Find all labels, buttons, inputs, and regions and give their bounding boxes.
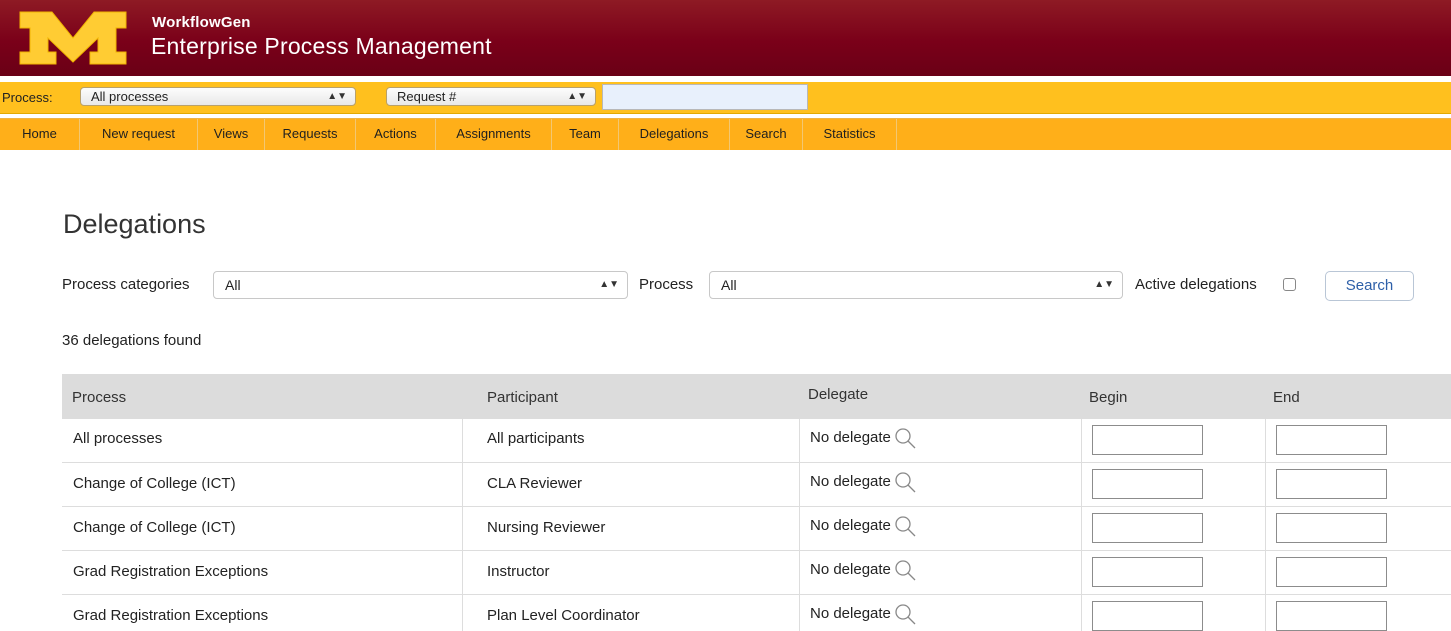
process-label: Process: (2, 90, 53, 105)
process-filter-label: Process (639, 276, 694, 293)
search-icon[interactable] (894, 427, 918, 449)
nav-search[interactable]: Search (730, 119, 803, 150)
process-bar: Process: All processes ▲▼ Request # ▲▼ (0, 82, 1451, 114)
nav-views[interactable]: Views (198, 119, 265, 150)
select-arrows-icon: ▲▼ (599, 279, 619, 290)
column-divider (1081, 419, 1082, 631)
nav-home[interactable]: Home (0, 119, 80, 150)
university-logo (19, 11, 127, 65)
participant-cell: Nursing Reviewer (487, 519, 606, 536)
process-select-value: All processes (91, 89, 169, 104)
nav-requests[interactable]: Requests (265, 119, 356, 150)
nav-delegations[interactable]: Delegations (619, 119, 730, 150)
delegate-cell: No delegate (810, 515, 918, 537)
table-row: All processes All participants No delega… (62, 419, 1451, 463)
delegate-cell: No delegate (810, 603, 918, 625)
end-date-input[interactable] (1276, 513, 1387, 543)
nav-assignments[interactable]: Assignments (436, 119, 552, 150)
categories-select[interactable]: All ▲▼ (213, 271, 628, 299)
process-cell: Grad Registration Exceptions (73, 607, 269, 624)
select-arrows-icon: ▲▼ (567, 91, 587, 102)
begin-date-input[interactable] (1092, 469, 1203, 499)
participant-cell: Plan Level Coordinator (487, 607, 640, 624)
participant-cell: Instructor (487, 563, 550, 580)
app-header: WorkflowGen Enterprise Process Managemen… (0, 0, 1451, 76)
end-date-input[interactable] (1276, 557, 1387, 587)
active-delegations-checkbox[interactable] (1283, 278, 1296, 291)
page-title: Delegations (63, 209, 206, 239)
column-header-delegate[interactable]: Delegate (808, 386, 868, 403)
process-cell: Change of College (ICT) (73, 519, 236, 536)
active-delegations-label: Active delegations (1135, 276, 1257, 293)
begin-date-input[interactable] (1092, 601, 1203, 631)
search-icon[interactable] (894, 603, 918, 625)
table-row: Change of College (ICT) CLA Reviewer No … (62, 463, 1451, 507)
process-filter-select-value: All (721, 277, 737, 293)
categories-label: Process categories (62, 276, 190, 293)
column-divider (799, 419, 800, 631)
search-icon[interactable] (894, 515, 918, 537)
nav-team[interactable]: Team (552, 119, 619, 150)
nav-new-request[interactable]: New request (80, 119, 198, 150)
begin-date-input[interactable] (1092, 513, 1203, 543)
delegate-cell: No delegate (810, 559, 918, 581)
search-icon[interactable] (894, 471, 918, 493)
column-header-participant[interactable]: Participant (487, 389, 558, 406)
nav-statistics[interactable]: Statistics (803, 119, 897, 150)
process-cell: All processes (73, 430, 163, 447)
select-arrows-icon: ▲▼ (1094, 279, 1114, 290)
nav-actions[interactable]: Actions (356, 119, 436, 150)
brand-name: WorkflowGen (152, 14, 251, 31)
column-header-end[interactable]: End (1273, 389, 1300, 406)
app-title: Enterprise Process Management (151, 33, 492, 59)
request-select-value: Request # (397, 89, 457, 104)
request-number-input[interactable] (602, 84, 808, 110)
end-date-input[interactable] (1276, 469, 1387, 499)
begin-date-input[interactable] (1092, 425, 1203, 455)
delegate-value: No delegate (810, 604, 891, 622)
participant-cell: CLA Reviewer (487, 475, 583, 492)
process-select[interactable]: All processes ▲▼ (80, 87, 356, 106)
search-icon[interactable] (894, 559, 918, 581)
delegate-cell: No delegate (810, 471, 918, 493)
end-date-input[interactable] (1276, 601, 1387, 631)
select-arrows-icon: ▲▼ (327, 91, 347, 102)
delegate-value: No delegate (810, 560, 891, 578)
end-date-input[interactable] (1276, 425, 1387, 455)
column-header-begin[interactable]: Begin (1089, 389, 1127, 406)
delegate-value: No delegate (810, 472, 891, 490)
column-header-process[interactable]: Process (72, 389, 126, 406)
column-divider (1265, 419, 1266, 631)
process-filter-select[interactable]: All ▲▼ (709, 271, 1123, 299)
delegate-value: No delegate (810, 428, 891, 446)
delegate-cell: No delegate (810, 427, 918, 449)
table-row: Grad Registration Exceptions Instructor … (62, 551, 1451, 595)
results-count: 36 delegations found (62, 332, 202, 349)
process-cell: Grad Registration Exceptions (73, 563, 269, 580)
table-row: Change of College (ICT) Nursing Reviewer… (62, 507, 1451, 551)
request-select[interactable]: Request # ▲▼ (386, 87, 596, 106)
participant-cell: All participants (487, 430, 585, 447)
categories-select-value: All (225, 277, 241, 293)
main-nav: Home New request Views Requests Actions … (0, 118, 1451, 150)
search-button[interactable]: Search (1325, 271, 1414, 301)
process-cell: Change of College (ICT) (73, 475, 236, 492)
column-divider (462, 419, 463, 631)
delegate-value: No delegate (810, 516, 891, 534)
table-header: Process Participant Delegate Begin End (62, 374, 1451, 419)
begin-date-input[interactable] (1092, 557, 1203, 587)
table-row: Grad Registration Exceptions Plan Level … (62, 595, 1451, 631)
